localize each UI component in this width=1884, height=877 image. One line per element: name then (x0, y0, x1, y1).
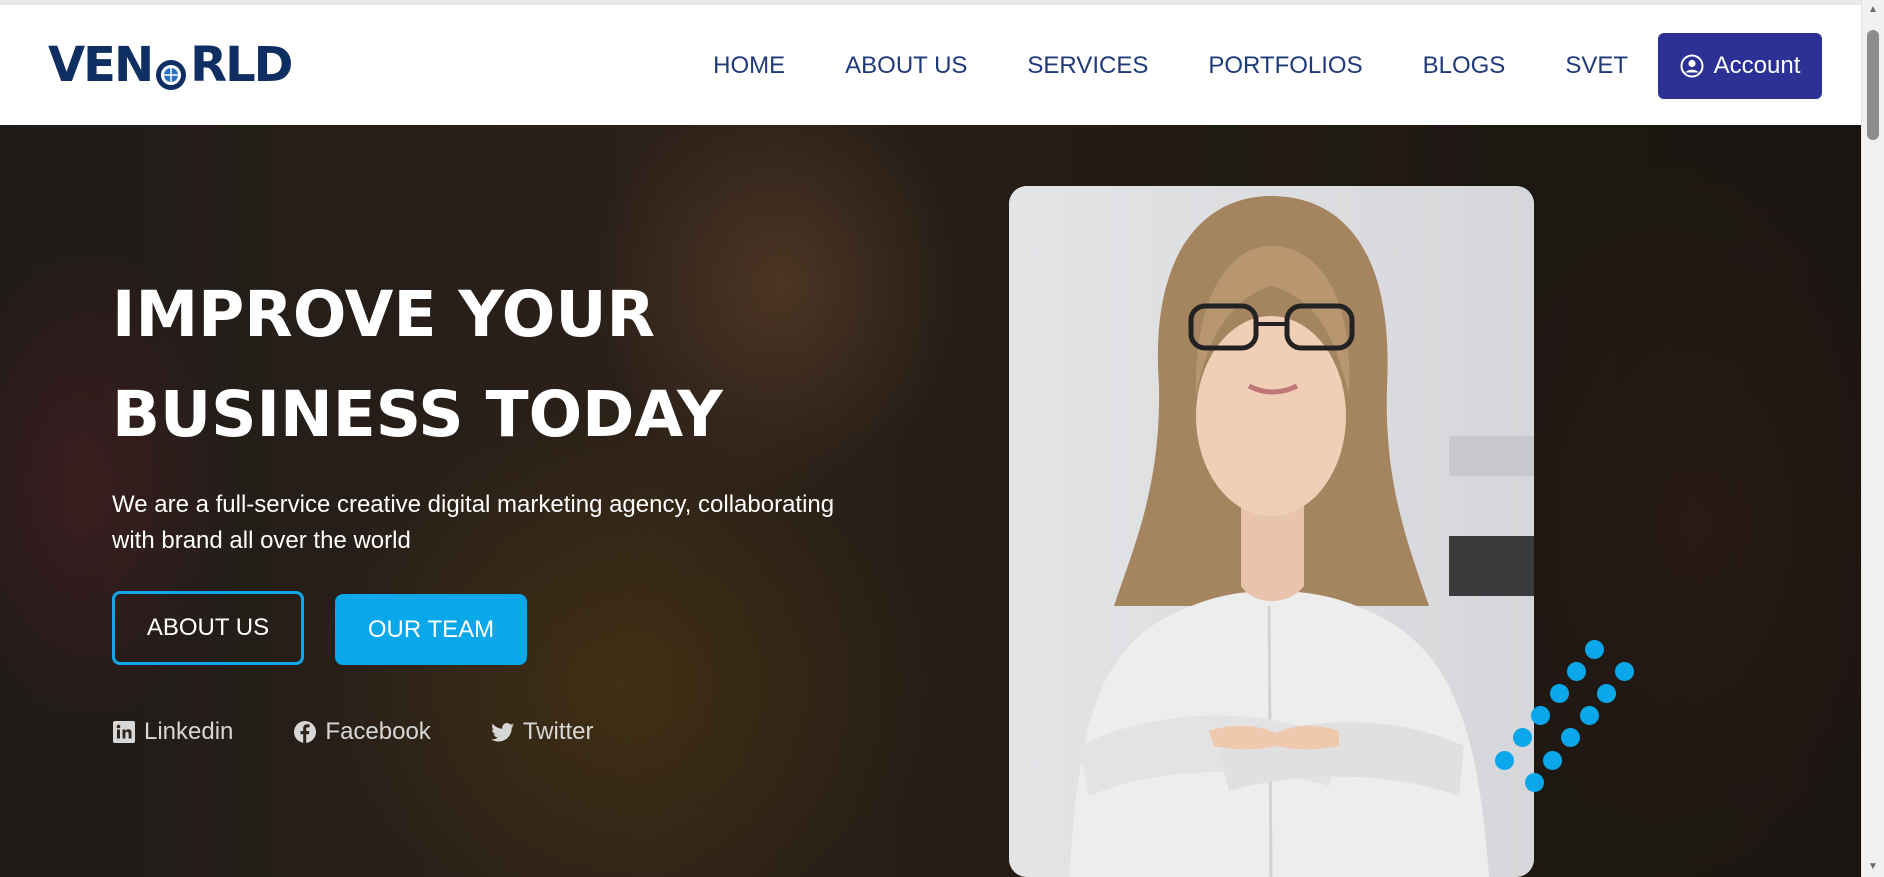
twitter-label: Twitter (522, 718, 594, 745)
hero-section: IMPROVE YOUR BUSINESS TODAY We are a ful… (0, 125, 1862, 877)
dot (1543, 751, 1562, 770)
logo-text-right: RLD (190, 37, 293, 93)
hero-subtext: We are a full-service creative digital m… (112, 491, 835, 554)
social-linkedin[interactable]: Linkedin (112, 718, 233, 746)
globe-icon (154, 48, 188, 90)
linkedin-icon (113, 721, 135, 743)
scroll-up-arrow-icon[interactable]: ▲ (1867, 4, 1879, 16)
linkedin-label: Linkedin (144, 718, 234, 745)
our-team-button[interactable]: OUR TEAM (335, 594, 527, 665)
decorative-dots (1495, 615, 1655, 795)
facebook-label: Facebook (325, 718, 431, 745)
dot (1567, 662, 1586, 681)
page-scrollbar[interactable]: ▲ ▼ (1861, 0, 1884, 877)
social-links: Linkedin Facebook Twitter (112, 718, 594, 746)
site-header: VEN RLD HOME ABOUT US SERVICES PORTFOLIO… (0, 5, 1862, 125)
dot (1525, 773, 1544, 792)
user-circle-icon (1680, 54, 1704, 78)
dot (1495, 751, 1514, 770)
nav-home[interactable]: HOME (713, 52, 785, 80)
dot (1585, 640, 1604, 659)
facebook-icon (294, 721, 317, 743)
dot (1550, 684, 1569, 703)
nav-services[interactable]: SERVICES (1027, 52, 1148, 80)
hero-headline: IMPROVE YOUR BUSINESS TODAY (112, 265, 812, 465)
about-us-button[interactable]: ABOUT US (112, 591, 304, 665)
scroll-down-arrow-icon[interactable]: ▼ (1867, 861, 1879, 873)
logo-text-left: VEN (48, 37, 154, 93)
account-label: Account (1713, 52, 1801, 79)
brand-logo[interactable]: VEN RLD (48, 37, 294, 93)
dot (1580, 706, 1599, 725)
dot (1561, 728, 1580, 747)
dot (1615, 662, 1634, 681)
nav-portfolios[interactable]: PORTFOLIOS (1208, 52, 1362, 80)
nav-blogs[interactable]: BLOGS (1423, 52, 1506, 80)
nav-about-us[interactable]: ABOUT US (845, 52, 967, 80)
scroll-thumb[interactable] (1867, 30, 1879, 140)
dot (1597, 684, 1616, 703)
dot (1513, 728, 1532, 747)
headline-line-1: IMPROVE YOUR (112, 278, 656, 351)
twitter-icon (491, 723, 514, 742)
social-twitter[interactable]: Twitter (491, 718, 594, 746)
page: VEN RLD HOME ABOUT US SERVICES PORTFOLIO… (0, 0, 1862, 877)
social-facebook[interactable]: Facebook (293, 718, 431, 746)
main-nav: HOME ABOUT US SERVICES PORTFOLIOS BLOGS … (713, 33, 1822, 99)
headline-line-2: BUSINESS TODAY (112, 378, 723, 451)
nav-svet[interactable]: SVET (1565, 52, 1628, 80)
businesswoman-photo (1009, 186, 1534, 877)
account-button[interactable]: Account (1658, 33, 1822, 99)
portrait-image (1009, 186, 1534, 877)
dot (1531, 706, 1550, 725)
